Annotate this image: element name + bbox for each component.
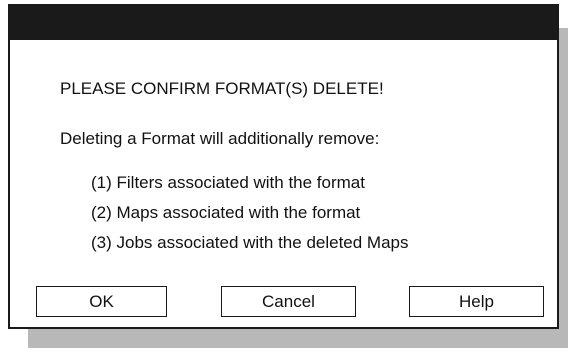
dialog-titlebar[interactable] (10, 6, 557, 40)
help-button[interactable]: Help (409, 286, 544, 317)
list-item-maps: (2) Maps associated with the format (91, 203, 361, 222)
dialog-intro-text: Deleting a Format will additionally remo… (60, 129, 380, 148)
ok-button[interactable]: OK (36, 286, 167, 317)
list-item-filters: (1) Filters associated with the format (91, 173, 365, 192)
dialog-heading: PLEASE CONFIRM FORMAT(S) DELETE! (60, 79, 384, 98)
confirm-delete-dialog: PLEASE CONFIRM FORMAT(S) DELETE! Deletin… (8, 4, 559, 329)
list-item-jobs: (3) Jobs associated with the deleted Map… (91, 233, 409, 252)
screen: PLEASE CONFIRM FORMAT(S) DELETE! Deletin… (0, 0, 575, 354)
cancel-button[interactable]: Cancel (221, 286, 356, 317)
